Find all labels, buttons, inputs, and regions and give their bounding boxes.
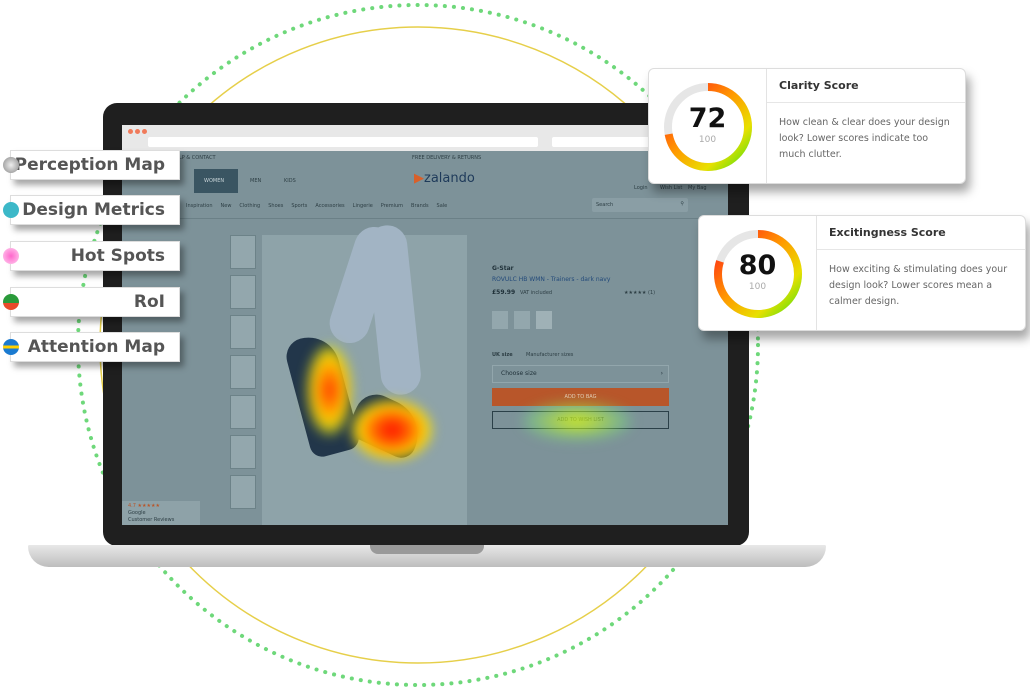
tab-kids[interactable]: KIDS <box>284 178 296 184</box>
nav-item[interactable]: Premium <box>381 203 403 209</box>
tab-attention-map[interactable]: Attention Map <box>3 332 180 362</box>
site-search-input[interactable]: Search ⚲ <box>592 198 688 212</box>
thumbnail[interactable] <box>230 435 256 469</box>
tab-label: Attention Map <box>27 337 165 357</box>
hot-spots-icon <box>3 248 19 264</box>
nav-item[interactable]: Sports <box>291 203 307 209</box>
clarity-score-card: 72 100 Clarity Score How clean & clear do… <box>648 68 966 184</box>
color-swatch[interactable] <box>514 311 530 329</box>
nav-item[interactable]: Accessories <box>315 203 344 209</box>
manufacturer-size-toggle[interactable]: Manufacturer sizes <box>526 352 573 358</box>
product-image-heatmap <box>262 221 467 525</box>
nav-item[interactable]: New <box>221 203 232 209</box>
perception-map-icon <box>3 157 19 173</box>
score-value: 72 <box>688 103 727 134</box>
nav-item[interactable]: Clothing <box>239 203 260 209</box>
design-metrics-icon <box>3 202 19 218</box>
close-dot[interactable] <box>128 129 133 134</box>
thumbnail[interactable] <box>230 235 256 269</box>
thumbnail[interactable] <box>230 275 256 309</box>
address-bar[interactable] <box>148 137 538 147</box>
thumbnail[interactable] <box>230 475 256 509</box>
attention-map-icon <box>3 339 19 355</box>
laptop-notch <box>370 545 484 554</box>
card-title: Excitingness Score <box>817 216 1025 250</box>
thumbnail-list <box>230 235 260 525</box>
card-description: How exciting & stimulating does your des… <box>829 264 1008 307</box>
score-gauge: 72 100 <box>649 69 767 183</box>
tab-label: Design Metrics <box>22 200 165 220</box>
card-description: How clean & clear does your design look?… <box>779 117 950 160</box>
tab-men[interactable]: MEN <box>250 178 261 184</box>
thumbnail[interactable] <box>230 355 256 389</box>
brand-name[interactable]: G-Star <box>492 265 514 272</box>
card-title: Clarity Score <box>767 69 965 103</box>
category-nav: Inspiration New Clothing Shoes Sports Ac… <box>186 203 447 209</box>
browser-chrome <box>122 125 728 151</box>
product-title: ROVULC HB WMN - Trainers - dark navy <box>492 276 611 283</box>
maximize-dot[interactable] <box>142 129 147 134</box>
thumbnail[interactable] <box>230 395 256 429</box>
delivery-banner: FREE DELIVERY & RETURNS <box>412 155 482 161</box>
color-swatch[interactable] <box>492 311 508 329</box>
tab-label: RoI <box>133 292 165 312</box>
tab-women[interactable]: WOMEN <box>194 169 238 193</box>
login-link[interactable]: Login <box>634 185 648 191</box>
score-value: 80 <box>738 250 777 281</box>
search-icon: ⚲ <box>680 201 684 207</box>
vat-note: VAT included <box>520 290 553 296</box>
bag-link[interactable]: My Bag <box>688 185 707 191</box>
score-max: 100 <box>698 135 717 145</box>
thumbnail[interactable] <box>230 315 256 349</box>
nav-item[interactable]: Lingerie <box>353 203 373 209</box>
size-select[interactable]: Choose size › <box>492 365 669 383</box>
tab-hot-spots[interactable]: Hot Spots <box>3 241 180 271</box>
tab-label: Perception Map <box>14 155 165 175</box>
website: HELP & CONTACT FREE DELIVERY & RETURNS W… <box>122 151 728 525</box>
tab-roi[interactable]: RoI <box>3 287 180 317</box>
roi-icon <box>3 294 19 310</box>
laptop-screen: HELP & CONTACT FREE DELIVERY & RETURNS W… <box>122 125 728 525</box>
wishlist-link[interactable]: Wish List <box>660 185 682 191</box>
nav-item[interactable]: Inspiration <box>186 203 213 209</box>
chevron-right-icon: › <box>660 370 663 377</box>
zalando-logo[interactable]: ▶zalando <box>414 171 475 186</box>
minimize-dot[interactable] <box>135 129 140 134</box>
nav-item[interactable]: Sale <box>437 203 448 209</box>
divider <box>122 218 728 219</box>
rating[interactable]: ★★★★★ (1) <box>624 290 655 296</box>
nav-item[interactable]: Shoes <box>268 203 283 209</box>
color-swatch[interactable] <box>536 311 552 329</box>
uk-size-toggle[interactable]: UK size <box>492 352 513 358</box>
score-gauge: 80 100 <box>699 216 817 330</box>
price: £59.99 <box>492 289 516 296</box>
score-max: 100 <box>748 282 767 292</box>
tab-perception-map[interactable]: Perception Map <box>3 150 180 180</box>
excitingness-score-card: 80 100 Excitingness Score How exciting & … <box>698 215 1026 331</box>
reviews-badge[interactable]: 4.7 ★★★★★ Google Customer Reviews <box>122 501 200 525</box>
tab-design-metrics[interactable]: Design Metrics <box>3 195 180 225</box>
nav-item[interactable]: Brands <box>411 203 429 209</box>
tab-label: Hot Spots <box>70 246 165 266</box>
